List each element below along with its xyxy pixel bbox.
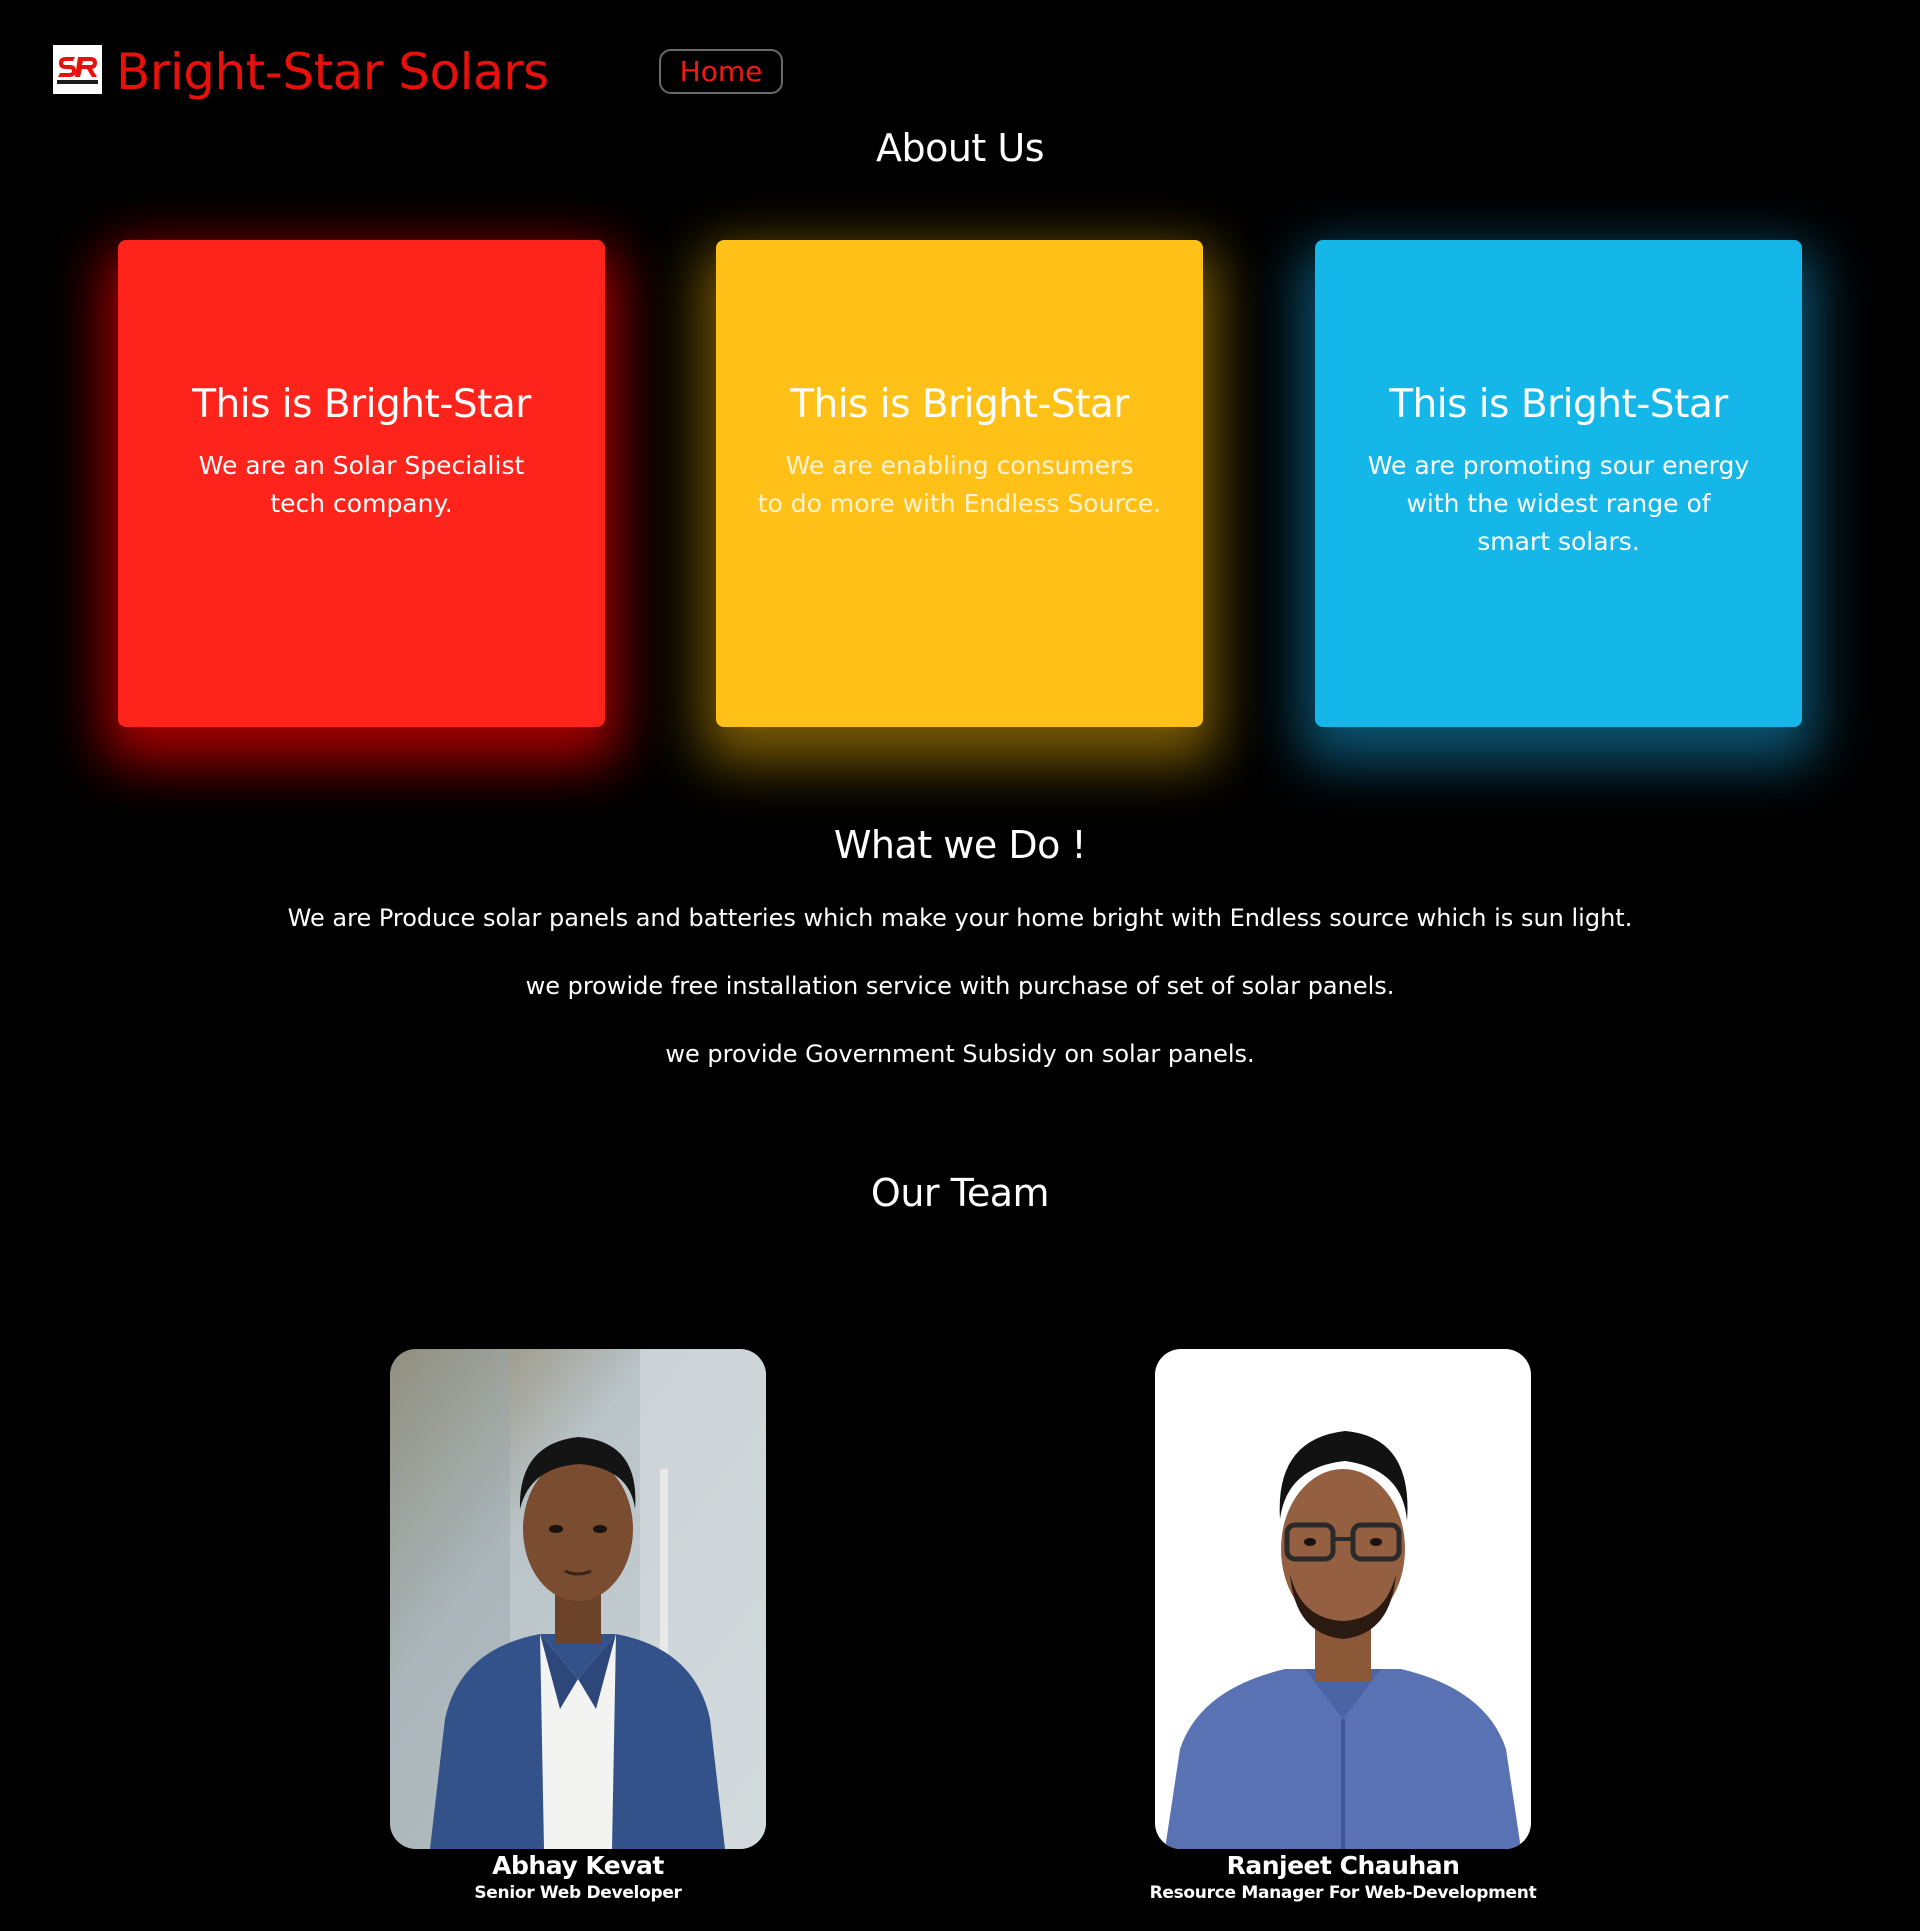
site-header: Bright-Star Solars Home [0, 0, 1920, 120]
what-we-do-line: we provide Government Subsidy on solar p… [665, 1040, 1255, 1068]
card-text: We are promoting sour energy with the wi… [1367, 451, 1750, 556]
card-title: This is Bright-Star [1389, 382, 1728, 427]
team-title: Our Team [870, 1171, 1050, 1215]
person-portrait-icon [1155, 1349, 1531, 1849]
what-we-do-title: What we Do ! [833, 823, 1087, 867]
team-member-role: Resource Manager For Web-Development [1149, 1883, 1537, 1903]
team-member-photo [390, 1349, 766, 1849]
team-member-name: Abhay Kevat [492, 1851, 664, 1880]
card-text: We are enabling consumers to do more wit… [757, 451, 1162, 518]
person-portrait-icon [390, 1349, 766, 1849]
team-member-photo [1155, 1349, 1531, 1849]
sr-logo-icon[interactable] [53, 45, 102, 94]
brand-name[interactable]: Bright-Star Solars [116, 42, 549, 102]
card-title: This is Bright-Star [790, 382, 1129, 427]
about-card-energy: This is Bright-Star We are promoting sou… [1315, 240, 1802, 727]
what-we-do-line: We are Produce solar panels and batterie… [287, 904, 1633, 932]
card-text: We are an Solar Specialist tech company. [198, 451, 525, 518]
team-member-name: Ranjeet Chauhan [1226, 1851, 1460, 1880]
team-member-card: Abhay Kevat Senior Web Developer [390, 1349, 766, 1905]
about-card-specialist: This is Bright-Star We are an Solar Spec… [118, 240, 605, 727]
nav-home-button[interactable]: Home [659, 49, 783, 94]
about-card-consumers: This is Bright-Star We are enabling cons… [716, 240, 1203, 727]
about-title: About Us [875, 126, 1045, 170]
team-member-card: Ranjeet Chauhan Resource Manager For Web… [1150, 1349, 1537, 1905]
card-title: This is Bright-Star [192, 382, 531, 427]
team-member-role: Senior Web Developer [474, 1883, 682, 1903]
what-we-do-line: we prowide free installation service wit… [525, 972, 1395, 1000]
sr-logo-graphic [53, 45, 102, 94]
